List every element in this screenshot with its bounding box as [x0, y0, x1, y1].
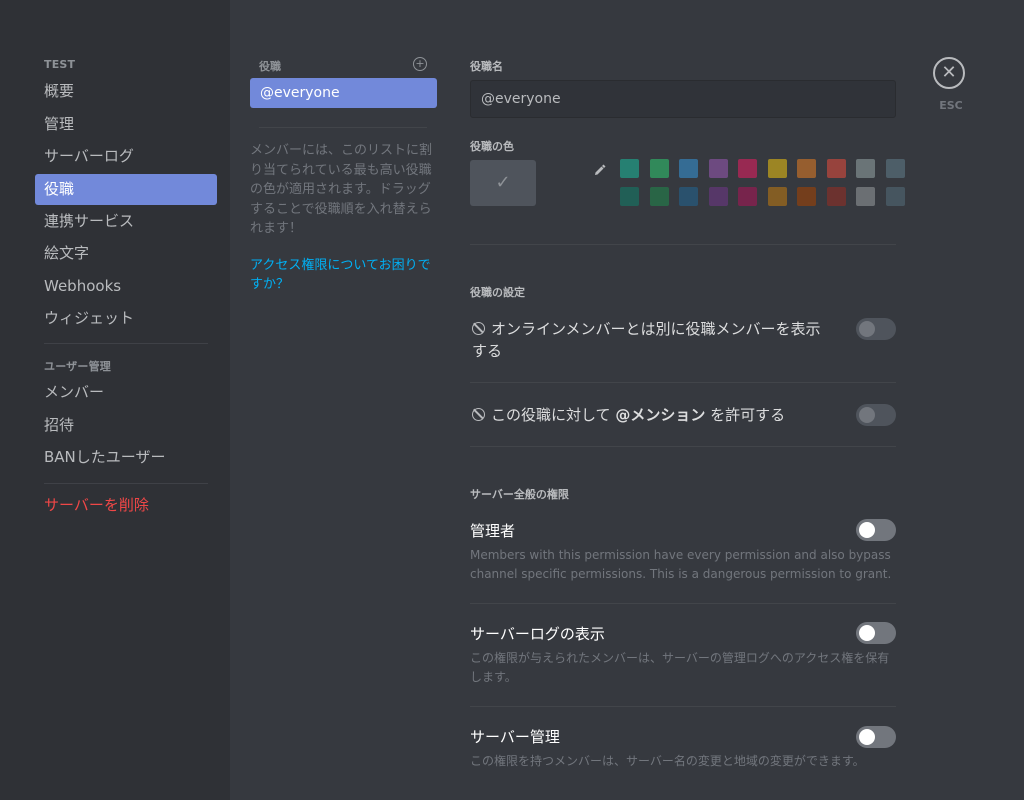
permission-title-audit-log: サーバーログの表示 [470, 625, 605, 643]
section-divider [470, 603, 896, 604]
color-swatch[interactable] [620, 159, 639, 178]
role-name-label: 役職名 [470, 60, 503, 73]
color-swatch[interactable] [649, 187, 669, 206]
section-divider [470, 706, 896, 707]
roles-header: 役職 [259, 60, 281, 73]
sidebar-item-bans[interactable]: BANしたユーザー [35, 442, 217, 473]
sidebar-item-emoji[interactable]: 絵文字 [35, 238, 217, 269]
toggle-knob [859, 321, 875, 337]
color-swatch[interactable] [767, 187, 787, 206]
sidebar-item-audit-log[interactable]: サーバーログ [35, 141, 217, 172]
roles-description: メンバーには、このリストに割り当てられている最も高い役職の色が適用されます。ドラ… [250, 143, 433, 236]
esc-label: ESC [939, 99, 963, 112]
role-item-everyone[interactable]: @everyone [250, 78, 437, 108]
disabled-icon [472, 408, 485, 421]
audit-log-toggle[interactable] [856, 622, 896, 644]
permission-desc-administrator: Members with this permission have every … [470, 548, 892, 581]
user-management-header: ユーザー管理 [44, 360, 111, 373]
color-swatch[interactable] [797, 187, 816, 206]
color-swatch[interactable] [856, 159, 875, 178]
toggle-knob [859, 407, 875, 423]
roles-divider [259, 127, 427, 128]
color-swatch[interactable] [620, 187, 639, 206]
color-swatch[interactable] [856, 187, 875, 206]
toggle-knob [859, 522, 875, 538]
sidebar-item-integrations[interactable]: 連携サービス [35, 206, 217, 237]
color-swatch[interactable] [797, 159, 816, 178]
permission-title-administrator: 管理者 [470, 522, 516, 540]
manage-server-toggle[interactable] [856, 726, 896, 748]
settings-sidebar: TEST 概要 管理 サーバーログ 役職 連携サービス 絵文字 Webhooks… [0, 0, 230, 800]
toggle-knob [859, 729, 875, 745]
color-swatch[interactable] [885, 187, 905, 206]
role-name-input[interactable] [470, 80, 896, 118]
check-icon: ✓ [495, 172, 511, 193]
color-swatch[interactable] [708, 159, 728, 178]
section-divider [470, 244, 896, 245]
sidebar-divider [44, 343, 208, 344]
color-swatch[interactable] [738, 159, 757, 178]
sidebar-item-members[interactable]: メンバー [35, 377, 217, 408]
color-swatch[interactable] [649, 159, 669, 178]
permission-title-manage-server: サーバー管理 [470, 728, 560, 746]
mention-setting-post: を許可する [705, 406, 786, 424]
close-icon[interactable]: ✕ [933, 57, 965, 89]
color-swatch[interactable] [738, 187, 757, 206]
section-divider [470, 382, 896, 383]
permission-desc-audit-log: この権限が与えられたメンバーは、サーバーの管理ログへのアクセス権を保有します。 [470, 651, 890, 684]
default-color-swatch[interactable]: ✓ [470, 160, 536, 206]
color-swatch[interactable] [767, 159, 787, 178]
color-swatch[interactable] [885, 159, 905, 178]
sidebar-item-moderation[interactable]: 管理 [35, 109, 217, 140]
hoist-toggle[interactable] [856, 318, 896, 340]
role-color-label: 役職の色 [470, 140, 514, 153]
color-swatch[interactable] [826, 187, 846, 206]
hoist-setting-text: オンラインメンバーとは別に役職メンバーを表示する [472, 320, 821, 360]
hoist-setting-label: オンラインメンバーとは別に役職メンバーを表示する [472, 318, 832, 362]
permissions-help-link[interactable]: アクセス権限についてお困りですか？ [250, 256, 440, 294]
server-name-header: TEST [44, 58, 76, 71]
mention-setting-pre: この役職に対して [491, 406, 616, 424]
color-swatch[interactable] [679, 187, 698, 206]
toggle-knob [859, 625, 875, 641]
sidebar-item-roles[interactable]: 役職 [35, 174, 217, 205]
mention-toggle[interactable] [856, 404, 896, 426]
eyedropper-icon[interactable] [592, 162, 608, 178]
role-settings-header: 役職の設定 [470, 286, 525, 299]
delete-server-button[interactable]: サーバーを削除 [35, 490, 217, 521]
sidebar-item-webhooks[interactable]: Webhooks [35, 271, 217, 302]
color-swatch[interactable] [679, 159, 698, 178]
permission-desc-manage-server: この権限を持つメンバーは、サーバー名の変更と地域の変更ができます。 [470, 754, 865, 768]
mention-setting-bold: @メンション [615, 406, 706, 424]
section-divider [470, 446, 896, 447]
disabled-icon [472, 322, 485, 335]
mention-setting-label: この役職に対して @メンション を許可する [472, 404, 832, 426]
color-swatch[interactable] [708, 187, 728, 206]
sidebar-item-widget[interactable]: ウィジェット [35, 303, 217, 334]
administrator-toggle[interactable] [856, 519, 896, 541]
general-permissions-header: サーバー全般の権限 [470, 488, 569, 501]
sidebar-divider [44, 483, 208, 484]
plus-circle-icon[interactable]: + [413, 57, 427, 71]
sidebar-item-invites[interactable]: 招待 [35, 410, 217, 441]
sidebar-item-overview[interactable]: 概要 [35, 76, 217, 107]
color-swatch[interactable] [826, 159, 846, 178]
